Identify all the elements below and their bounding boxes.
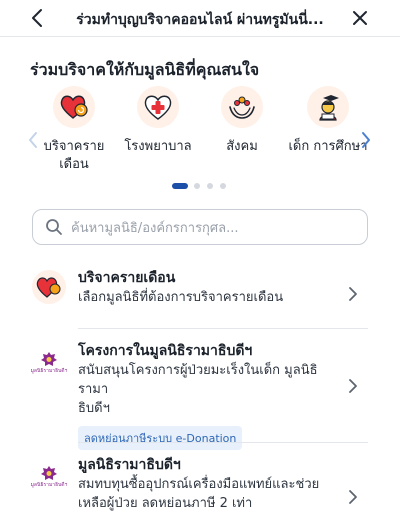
chevron-right-icon: [349, 490, 357, 504]
category-label: สังคม: [226, 139, 258, 154]
category-label: บริจาคราย เดือน: [43, 139, 105, 172]
divider: [78, 328, 368, 329]
category-label: เด็ก การศึกษา: [288, 139, 368, 154]
list-item-title: บริจาครายเดือน: [78, 270, 176, 286]
student-icon: [307, 86, 349, 128]
section-title: ร่วมบริจาคให้กับมูลนิธิที่คุณสนใจ: [30, 60, 260, 79]
category-monthly[interactable]: บริจาคราย เดือน: [34, 86, 114, 174]
pagination-dot[interactable]: [194, 183, 200, 189]
foundation-logo-caption: มูลนิธิรามาธิบดีฯ: [30, 367, 68, 374]
category-label: โรงพยาบาล: [124, 139, 192, 154]
foundation-logo-icon: มูลนิธิรามาธิบดีฯ: [30, 345, 68, 379]
list-item-ramathibodi-foundation[interactable]: มูลนิธิรามาธิบดีฯ มูลนิธิรามาธิบดีฯ สมทบ…: [30, 455, 370, 520]
list-item-subtitle-cont: เหลือผู้ป่วย ลดหย่อนภาษี 2 เท่า: [78, 496, 253, 511]
list-item-subtitle: เลือกมูลนิธิที่ต้องการบริจาครายเดือน: [78, 290, 284, 305]
chevron-right-icon: [349, 287, 357, 301]
list-item-title: โครงการในมูลนิธิรามาธิบดีฯ: [78, 343, 253, 359]
category-education[interactable]: เด็ก การศึกษา: [286, 86, 370, 156]
search-input[interactable]: ค้นหามูลนิธิ/องค์กรการกุศล...: [32, 209, 368, 245]
hands-people-icon: [221, 86, 263, 128]
list-item-monthly-donation[interactable]: บริจาครายเดือน เลือกมูลนิธิที่ต้องการบริ…: [32, 268, 370, 316]
list-item-subtitle: สนับสนุนโครงการผู้ป่วยมะเร็งในเด็ก มูลนิ…: [78, 363, 318, 397]
e-donation-badge: ลดหย่อนภาษีระบบ e-Donation: [78, 426, 243, 450]
arrow-left-icon[interactable]: [26, 6, 50, 30]
chevron-right-icon: [349, 379, 357, 393]
foundation-logo-icon: มูลนิธิรามาธิบดีฯ: [30, 459, 68, 493]
divider: [78, 442, 368, 443]
foundation-logo-caption: มูลนิธิรามาธิบดีฯ: [30, 481, 68, 488]
category-carousel: บริจาคราย เดือน โรงพยาบาล สังคม เด็ก การ…: [0, 86, 400, 186]
search-placeholder: ค้นหามูลนิธิ/องค์กรการกุศล...: [71, 220, 239, 236]
list-item-subtitle: สมทบทุนซื้ออุปกรณ์เครื่องมือแพทย์และช่วย: [78, 477, 320, 492]
top-bar: ร่วมทำบุญบริจาคออนไลน์ ผ่านทรูมันนี่...: [0, 0, 400, 37]
pagination-dot[interactable]: [207, 183, 213, 189]
carousel-next-icon[interactable]: [360, 130, 372, 150]
close-icon[interactable]: [348, 6, 372, 30]
list-item-title: มูลนิธิรามาธิบดีฯ: [78, 457, 181, 473]
page-title: ร่วมทำบุญบริจาคออนไลน์ ผ่านทรูมันนี่...: [76, 12, 324, 28]
pagination-dot-active[interactable]: [172, 183, 188, 189]
medical-cross-icon: [137, 86, 179, 128]
search-icon: [46, 219, 62, 235]
heart-refresh-icon: [53, 86, 95, 128]
heart-refresh-icon: [32, 270, 66, 304]
list-item-subtitle-cont: ธิบดีฯ: [78, 401, 110, 416]
list-item-ramathibodi-project[interactable]: มูลนิธิรามาธิบดีฯ โครงการในมูลนิธิรามาธิ…: [30, 341, 370, 450]
category-society[interactable]: สังคม: [202, 86, 282, 156]
carousel-pagination: [172, 183, 232, 189]
pagination-dot[interactable]: [220, 183, 226, 189]
category-hospital[interactable]: โรงพยาบาล: [118, 86, 198, 156]
